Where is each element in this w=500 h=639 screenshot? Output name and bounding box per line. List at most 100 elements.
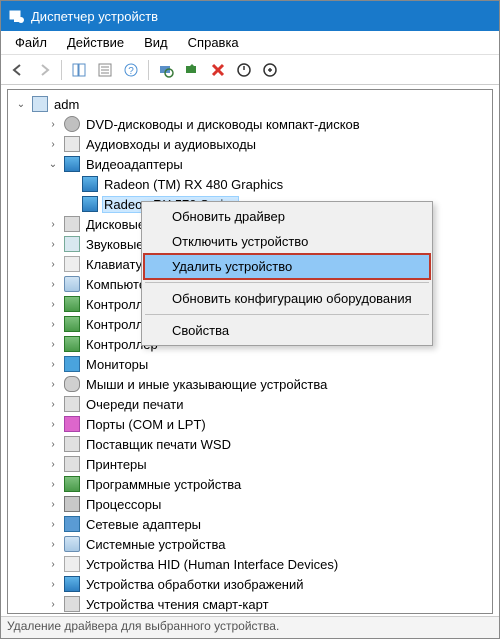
expand-icon[interactable]: › — [46, 577, 60, 591]
tree-node-label: Порты (COM и LPT) — [84, 417, 208, 432]
expand-icon[interactable]: › — [46, 357, 60, 371]
expand-icon[interactable]: › — [46, 597, 60, 611]
expand-icon[interactable]: › — [46, 377, 60, 391]
device-icon — [64, 536, 80, 552]
expand-icon[interactable]: › — [46, 397, 60, 411]
menu-file[interactable]: Файл — [5, 33, 57, 52]
device-icon — [64, 436, 80, 452]
expand-icon[interactable]: › — [46, 217, 60, 231]
device-icon — [64, 156, 80, 172]
show-hide-tree-button[interactable] — [68, 59, 90, 81]
tree-node-label: Мониторы — [84, 357, 150, 372]
tree-node-label: Устройства HID (Human Interface Devices) — [84, 557, 340, 572]
expand-icon[interactable]: › — [46, 117, 60, 131]
update-driver-button[interactable] — [181, 59, 203, 81]
expand-icon[interactable]: ⌄ — [14, 97, 28, 111]
tree-node-label: Аудиовходы и аудиовыходы — [84, 137, 258, 152]
menu-action[interactable]: Действие — [57, 33, 134, 52]
tree-node-label: Поставщик печати WSD — [84, 437, 233, 452]
enable-button[interactable] — [259, 59, 281, 81]
back-button[interactable] — [7, 59, 29, 81]
expand-icon[interactable]: › — [46, 537, 60, 551]
tree-node[interactable]: › DVD-дисководы и дисководы компакт-диско… — [10, 114, 490, 134]
device-icon — [82, 196, 98, 212]
device-icon — [64, 136, 80, 152]
expand-icon[interactable]: › — [46, 137, 60, 151]
tree-node[interactable]: ›Программные устройства — [10, 474, 490, 494]
device-icon — [64, 376, 80, 392]
expand-icon[interactable]: › — [46, 237, 60, 251]
menu-separator — [145, 314, 429, 315]
device-icon — [64, 576, 80, 592]
root-label: adm — [52, 97, 81, 112]
tree-node-label: Принтеры — [84, 457, 149, 472]
ctx-properties[interactable]: Свойства — [144, 318, 430, 343]
forward-button[interactable] — [33, 59, 55, 81]
expand-icon[interactable]: › — [46, 417, 60, 431]
device-icon — [64, 396, 80, 412]
ctx-disable-device[interactable]: Отключить устройство — [144, 229, 430, 254]
ctx-uninstall-device[interactable]: Удалить устройство — [144, 254, 430, 279]
tree-node[interactable]: › Устройства чтения смарт-карт — [10, 594, 490, 614]
expand-icon[interactable]: › — [46, 457, 60, 471]
expand-icon[interactable]: › — [46, 337, 60, 351]
device-icon — [64, 516, 80, 532]
tree-node[interactable]: ›Сетевые адаптеры — [10, 514, 490, 534]
device-icon — [64, 556, 80, 572]
tree-node[interactable]: › Процессоры — [10, 494, 490, 514]
tree-node[interactable]: › Мониторы — [10, 354, 490, 374]
menu-view[interactable]: Вид — [134, 33, 178, 52]
expand-icon[interactable]: › — [46, 297, 60, 311]
device-icon — [64, 316, 80, 332]
disable-button[interactable] — [233, 59, 255, 81]
tree-node[interactable]: ›Устройства обработки изображений — [10, 574, 490, 594]
tree-node-label: DVD-дисководы и дисководы компакт-дисков — [84, 117, 362, 132]
toolbar: ? — [1, 55, 499, 85]
expand-icon[interactable]: › — [46, 437, 60, 451]
tree-node[interactable]: › Системные устройства — [10, 534, 490, 554]
device-icon — [64, 476, 80, 492]
expand-icon[interactable]: › — [46, 557, 60, 571]
device-icon — [64, 256, 80, 272]
tree-node-label: Устройства чтения смарт-карт — [84, 597, 271, 612]
ctx-update-driver[interactable]: Обновить драйвер — [144, 204, 430, 229]
expand-icon[interactable]: › — [46, 317, 60, 331]
tree-node-label: Процессоры — [84, 497, 163, 512]
computer-icon — [32, 96, 48, 112]
tree-node[interactable]: › Поставщик печати WSD — [10, 434, 490, 454]
tree-root[interactable]: ⌄ adm — [10, 94, 490, 114]
tree-node-label: Видеоадаптеры — [84, 157, 185, 172]
tree-node[interactable]: Radeon (TM) RX 480 Graphics — [10, 174, 490, 194]
tree-node-label: Очереди печати — [84, 397, 186, 412]
ctx-scan-hardware[interactable]: Обновить конфигурацию оборудования — [144, 286, 430, 311]
no-children — [64, 197, 78, 211]
expand-icon[interactable]: › — [46, 277, 60, 291]
scan-hardware-button[interactable] — [155, 59, 177, 81]
tree-node[interactable]: › Порты (COM и LPT) — [10, 414, 490, 434]
tree-node-label: Системные устройства — [84, 537, 227, 552]
device-tree[interactable]: ⌄ adm › DVD-дисководы и дисководы компакт… — [7, 89, 493, 614]
expand-icon[interactable]: › — [46, 257, 60, 271]
help-button[interactable]: ? — [120, 59, 142, 81]
collapse-icon[interactable]: ⌄ — [46, 157, 60, 171]
expand-icon[interactable]: › — [46, 497, 60, 511]
tree-node[interactable]: › Очереди печати — [10, 394, 490, 414]
device-icon — [64, 116, 80, 132]
tree-node[interactable]: › Принтеры — [10, 454, 490, 474]
properties-button[interactable] — [94, 59, 116, 81]
device-icon — [64, 416, 80, 432]
tree-node[interactable]: ⌄ Видеоадаптеры — [10, 154, 490, 174]
status-bar: Удаление драйвера для выбранного устройс… — [1, 616, 499, 638]
tree-node[interactable]: › Мыши и иные указывающие устройства — [10, 374, 490, 394]
device-icon — [64, 296, 80, 312]
device-icon — [64, 356, 80, 372]
menubar: Файл Действие Вид Справка — [1, 31, 499, 55]
menu-help[interactable]: Справка — [178, 33, 249, 52]
uninstall-button[interactable] — [207, 59, 229, 81]
device-icon — [64, 596, 80, 612]
tree-node[interactable]: › Устройства HID (Human Interface Devices… — [10, 554, 490, 574]
expand-icon[interactable]: › — [46, 477, 60, 491]
expand-icon[interactable]: › — [46, 517, 60, 531]
tree-node[interactable]: › Аудиовходы и аудиовыходы — [10, 134, 490, 154]
tree-node-label: Мыши и иные указывающие устройства — [84, 377, 329, 392]
